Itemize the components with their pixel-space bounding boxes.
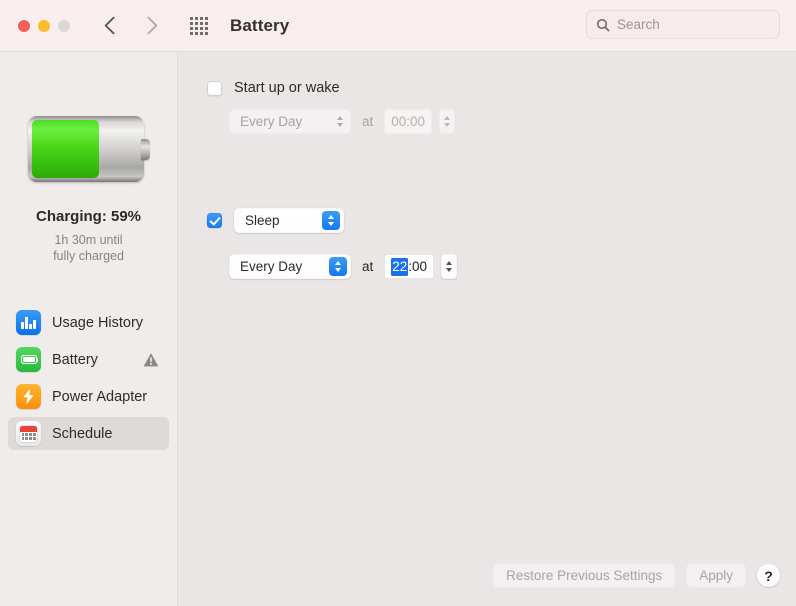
battery-status-icon [27, 116, 150, 182]
sidebar-item-label: Power Adapter [52, 388, 148, 405]
sidebar-nav-list: Usage History Battery Power Adapter Sche… [0, 306, 177, 450]
search-input[interactable]: Search [586, 10, 780, 39]
chevron-updown-icon [322, 211, 340, 230]
sleep-action-dropdown[interactable]: Sleep [234, 208, 344, 233]
startup-time-value: 00:00 [391, 114, 426, 129]
usage-history-icon [16, 310, 41, 335]
charge-time-line1: 1h 30m until [54, 233, 123, 247]
power-adapter-icon [16, 384, 41, 409]
schedule-calendar-icon [16, 421, 41, 446]
chevron-right-icon[interactable] [139, 16, 158, 35]
sleep-schedule-row: Every Day at 22:00 [229, 254, 458, 279]
sidebar-item-battery[interactable]: Battery [8, 343, 169, 376]
chevron-updown-icon [333, 112, 347, 131]
sidebar-item-label: Usage History [52, 314, 144, 331]
battery-icon [16, 347, 41, 372]
sidebar-item-label: Battery [52, 351, 98, 368]
sleep-day-value: Every Day [240, 259, 303, 274]
chevron-left-icon[interactable] [104, 16, 123, 35]
battery-preferences-window: Battery Search Charging: 59% 1h 30m unti… [0, 0, 796, 606]
startup-time-stepper[interactable] [439, 109, 456, 134]
sleep-day-dropdown[interactable]: Every Day [229, 254, 351, 279]
grid-apps-icon[interactable] [190, 16, 208, 35]
chevron-updown-icon [329, 257, 347, 276]
sleep-time-field[interactable]: 22:00 [384, 254, 435, 279]
startup-checkbox[interactable] [207, 80, 222, 96]
startup-checkbox-row[interactable]: Start up or wake [207, 80, 340, 96]
sidebar-item-usage-history[interactable]: Usage History [8, 306, 169, 339]
startup-checkbox-label: Start up or wake [234, 80, 340, 96]
sidebar: Charging: 59% 1h 30m until fully charged… [0, 52, 178, 606]
sidebar-item-power-adapter[interactable]: Power Adapter [8, 380, 169, 413]
footer-actions: Restore Previous Settings Apply ? [493, 563, 780, 588]
search-placeholder: Search [617, 17, 660, 32]
close-button[interactable] [18, 19, 30, 32]
sleep-time-minutes[interactable]: :00 [408, 259, 427, 274]
title-bar: Battery Search [0, 0, 796, 52]
sleep-at-label: at [362, 259, 374, 274]
zoom-button[interactable] [58, 19, 70, 32]
sidebar-item-schedule[interactable]: Schedule [8, 417, 169, 450]
traffic-lights [18, 19, 70, 32]
restore-previous-settings-button[interactable]: Restore Previous Settings [493, 563, 676, 588]
sleep-checkbox-row[interactable]: Sleep [207, 208, 344, 233]
sleep-action-value: Sleep [245, 213, 280, 228]
content-pane: Start up or wake Every Day at 00:00 Slee… [179, 52, 796, 606]
search-icon [596, 18, 610, 31]
help-button[interactable]: ? [757, 564, 780, 587]
sleep-time-stepper[interactable] [441, 254, 458, 279]
sleep-time-hours[interactable]: 22 [391, 257, 409, 276]
charge-time-line2: fully charged [53, 249, 124, 263]
bolt-icon [23, 388, 34, 405]
sidebar-item-label: Schedule [52, 425, 113, 442]
warning-triangle-icon [143, 353, 159, 367]
minimize-button[interactable] [38, 19, 50, 32]
apply-button[interactable]: Apply [686, 563, 746, 588]
startup-day-value: Every Day [240, 114, 303, 129]
charge-status: Charging: 59% [35, 208, 141, 225]
page-title: Battery [230, 15, 290, 35]
charge-time-remaining: 1h 30m until fully charged [0, 232, 177, 264]
navigation-arrows [104, 16, 158, 35]
startup-at-label: at [362, 114, 374, 129]
startup-day-dropdown[interactable]: Every Day [229, 109, 351, 134]
startup-time-field[interactable]: 00:00 [384, 109, 433, 134]
sleep-checkbox[interactable] [207, 213, 222, 228]
startup-schedule-row: Every Day at 00:00 [229, 109, 456, 134]
